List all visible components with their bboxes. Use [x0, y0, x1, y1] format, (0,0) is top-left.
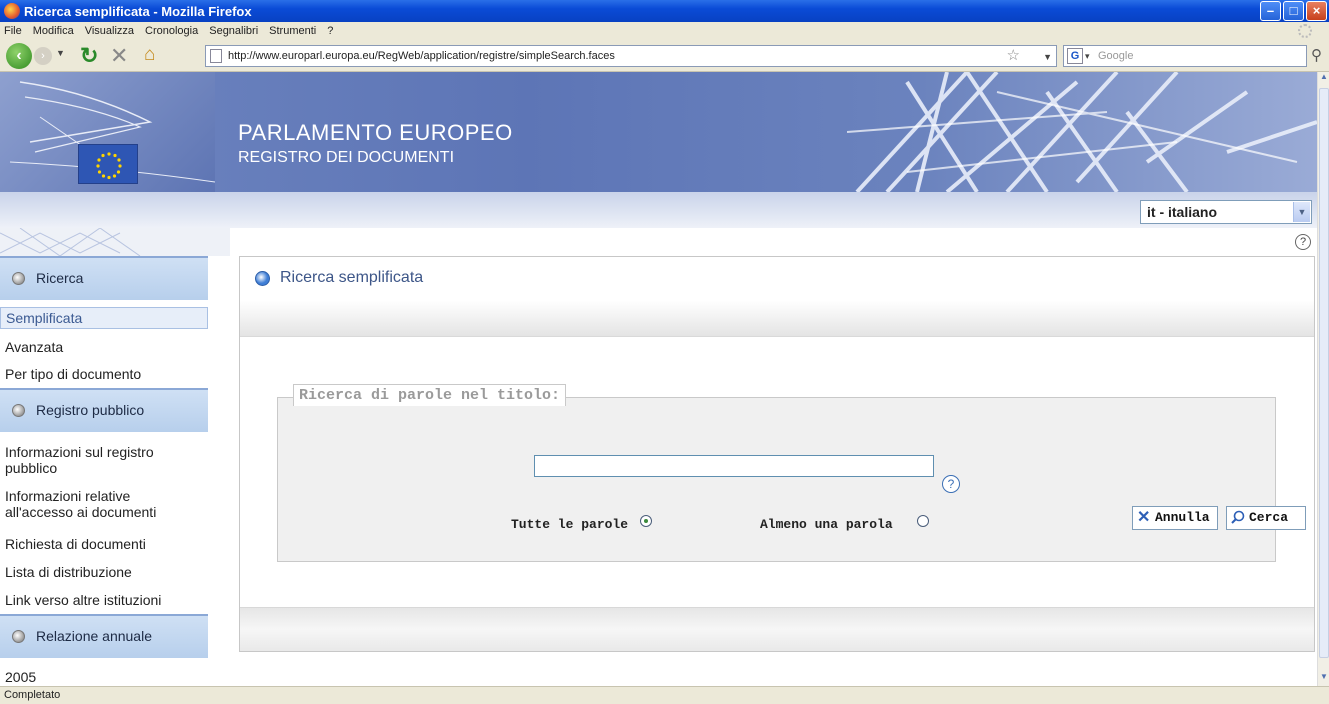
scrollbar-thumb[interactable]	[1319, 88, 1329, 658]
help-icon[interactable]: ?	[942, 475, 960, 493]
bullet-icon	[255, 271, 270, 286]
bullet-icon	[12, 272, 25, 285]
sidebar-item-link[interactable]: Link verso altre istituzioni	[0, 592, 208, 608]
radio-all-words[interactable]	[640, 515, 652, 527]
sidebar-item-avanzata[interactable]: Avanzata	[0, 339, 208, 355]
reload-icon[interactable]: ↻	[80, 43, 98, 69]
scroll-up-icon[interactable]: ▲	[1318, 72, 1329, 86]
banner-artwork	[847, 72, 1317, 192]
radio-any-label: Almeno una parola	[760, 517, 893, 532]
banner-title: PARLAMENTO EUROPEO	[238, 120, 513, 145]
menu-visualizza[interactable]: Visualizza	[85, 25, 134, 37]
eu-flag-icon	[78, 144, 138, 184]
navigation-toolbar: ‹ › ▼ ↻ ✕ ⌂ http://www.europarl.europa.e…	[0, 40, 1329, 72]
cancel-button[interactable]: ✕ Annulla	[1132, 506, 1218, 530]
site-banner: PARLAMENTO EUROPEO REGISTRO DEI DOCUMENT…	[0, 72, 1317, 192]
stop-icon[interactable]: ✕	[110, 43, 128, 69]
page-title: Ricerca semplificata	[280, 269, 424, 286]
status-bar: Completato	[0, 686, 1329, 704]
fieldset-legend: Ricerca di parole nel titolo:	[293, 384, 567, 406]
sidebar-item-lista[interactable]: Lista di distribuzione	[0, 564, 208, 580]
bookmark-star-icon[interactable]: ☆	[1007, 46, 1020, 66]
bullet-icon	[12, 630, 25, 643]
menu-modifica[interactable]: Modifica	[33, 25, 74, 37]
back-icon[interactable]: ‹	[6, 43, 32, 69]
search-placeholder: Google	[1098, 50, 1134, 62]
sidebar-section-registro[interactable]: Registro pubblico	[0, 388, 208, 432]
sidebar-item-2005[interactable]: 2005	[0, 669, 208, 685]
title-search-input[interactable]	[534, 455, 934, 477]
status-text: Completato	[4, 689, 61, 701]
sidebar-item-info-accesso[interactable]: Informazioni relative all'accesso ai doc…	[0, 488, 190, 520]
google-icon[interactable]: G	[1067, 48, 1083, 64]
sidebar-item-info-registro[interactable]: Informazioni sul registro pubblico	[0, 444, 190, 476]
sidebar-section-relazione[interactable]: Relazione annuale	[0, 614, 208, 658]
sidebar-item-semplificata[interactable]: Semplificata	[0, 307, 208, 329]
scroll-down-icon[interactable]: ▼	[1318, 672, 1329, 686]
window-title: Ricerca semplificata - Mozilla Firefox	[24, 3, 252, 19]
sidebar-section-label: Relazione annuale	[36, 628, 152, 644]
url-dropdown-icon[interactable]: ▼	[1043, 47, 1052, 67]
close-window-button[interactable]: ×	[1306, 1, 1327, 21]
search-button[interactable]: Cerca	[1226, 506, 1306, 530]
search-panel: Ricerca semplificata Ricerca di parole n…	[239, 256, 1315, 652]
sidebar-section-label: Ricerca	[36, 270, 84, 286]
maximize-button[interactable]: □	[1283, 1, 1304, 21]
throbber-icon	[1298, 24, 1312, 38]
close-x-icon: ✕	[1137, 509, 1151, 527]
sidebar: Ricerca Semplificata Avanzata Per tipo d…	[0, 256, 208, 686]
sidebar-item-richiesta[interactable]: Richiesta di documenti	[0, 536, 208, 552]
search-label: Cerca	[1249, 510, 1289, 525]
menu-strumenti[interactable]: Strumenti	[269, 25, 316, 37]
bullet-icon	[12, 404, 25, 417]
page-viewport: PARLAMENTO EUROPEO REGISTRO DEI DOCUMENT…	[0, 72, 1317, 686]
language-select[interactable]: it - italiano ▼	[1140, 200, 1312, 224]
search-icon	[1231, 510, 1245, 524]
chevron-down-icon[interactable]: ▼	[1293, 202, 1310, 222]
search-engine-dropdown-icon[interactable]: ▾	[1085, 46, 1090, 66]
url-text: http://www.europarl.europa.eu/RegWeb/app…	[228, 50, 615, 62]
menu-bar: File Modifica Visualizza Cronologia Segn…	[0, 22, 1329, 40]
help-icon[interactable]: ?	[1295, 234, 1311, 250]
radio-any-word[interactable]	[917, 515, 929, 527]
banner-subtitle: REGISTRO DEI DOCUMENTI	[238, 149, 455, 166]
panel-footer	[240, 607, 1314, 651]
sidebar-section-label: Registro pubblico	[36, 402, 145, 418]
forward-icon[interactable]: ›	[34, 47, 52, 65]
menu-file[interactable]: File	[4, 25, 22, 37]
menu-cronologia[interactable]: Cronologia	[145, 25, 198, 37]
window-titlebar: Ricerca semplificata - Mozilla Firefox –…	[0, 0, 1329, 22]
page-icon	[210, 49, 222, 63]
panel-header: Ricerca semplificata	[240, 257, 1314, 337]
parliament-logo	[0, 72, 215, 192]
radio-all-label: Tutte le parole	[511, 517, 629, 532]
firefox-icon	[4, 3, 20, 19]
menu-help[interactable]: ?	[327, 25, 333, 37]
cancel-label: Annulla	[1155, 510, 1210, 525]
home-icon[interactable]: ⌂	[144, 44, 155, 66]
web-search-field[interactable]: G ▾ Google	[1063, 45, 1307, 67]
decorative-ribbon	[0, 227, 230, 257]
sidebar-item-per-tipo[interactable]: Per tipo di documento	[0, 366, 208, 382]
sidebar-section-ricerca[interactable]: Ricerca	[0, 256, 208, 300]
menu-segnalibri[interactable]: Segnalibri	[209, 25, 258, 37]
minimize-button[interactable]: –	[1260, 1, 1281, 21]
title-search-fieldset: Ricerca di parole nel titolo: ? Tutte le…	[277, 384, 1276, 562]
header-bar	[0, 192, 1317, 228]
vertical-scrollbar[interactable]: ▲ ▼	[1317, 72, 1329, 686]
language-value: it - italiano	[1147, 204, 1217, 220]
history-dropdown-icon[interactable]: ▼	[56, 48, 65, 58]
url-bar[interactable]: http://www.europarl.europa.eu/RegWeb/app…	[205, 45, 1057, 67]
search-icon[interactable]: ⚲	[1311, 46, 1322, 64]
